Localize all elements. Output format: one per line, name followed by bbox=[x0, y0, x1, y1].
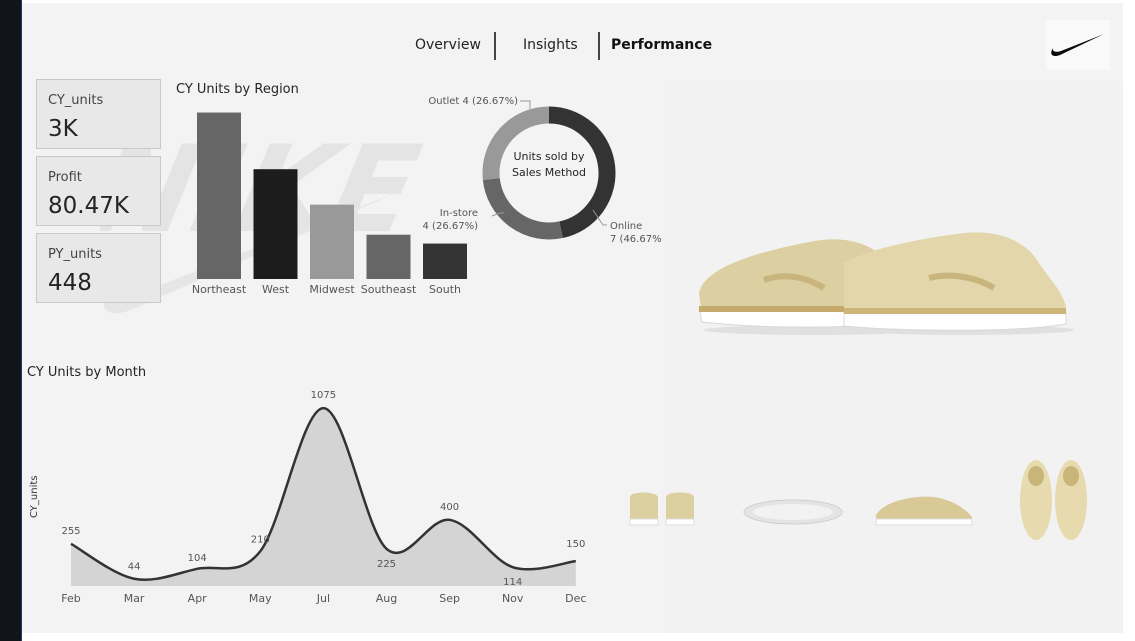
product-thumbnail-side[interactable] bbox=[874, 489, 974, 529]
kpi-value: 448 bbox=[48, 270, 92, 296]
tab-overview[interactable]: Overview bbox=[415, 37, 481, 53]
kpi-label: Profit bbox=[48, 170, 82, 185]
donut-center-label: Units sold by bbox=[513, 150, 585, 163]
donut-slice[interactable] bbox=[482, 177, 563, 240]
region-tick-label: Midwest bbox=[309, 283, 355, 296]
nike-swoosh-icon bbox=[1051, 34, 1104, 57]
kpi-card-py-units: PY_units 448 bbox=[36, 233, 161, 303]
kpi-value: 80.47K bbox=[48, 193, 129, 219]
donut-center-label: Sales Method bbox=[512, 166, 586, 179]
donut-data-label: Outlet 4 (26.67%) bbox=[428, 96, 518, 107]
month-tick-label: May bbox=[249, 592, 272, 605]
kpi-label: PY_units bbox=[48, 247, 102, 262]
kpi-card-profit: Profit 80.47K bbox=[36, 156, 161, 226]
month-data-label: 114 bbox=[503, 577, 522, 588]
sales-method-donut-chart: Units sold by Sales Method Online 7 (46.67%… bbox=[423, 96, 662, 245]
region-bar[interactable] bbox=[253, 169, 298, 279]
left-accent-bar bbox=[0, 0, 22, 641]
month-data-label: 400 bbox=[440, 502, 459, 513]
donut-data-label: 7 (46.67%) bbox=[610, 234, 662, 245]
tab-performance[interactable]: Performance bbox=[611, 37, 712, 53]
y-axis-label: CY_units bbox=[29, 476, 40, 519]
month-data-label: 255 bbox=[61, 526, 80, 537]
month-data-label: 1075 bbox=[311, 390, 336, 401]
brand-logo bbox=[1046, 20, 1110, 70]
product-thumbnail-sole[interactable] bbox=[742, 497, 844, 527]
month-tick-label: Jul bbox=[316, 592, 330, 605]
region-tick-label: Northeast bbox=[192, 283, 247, 296]
region-bar[interactable] bbox=[366, 234, 411, 279]
bar-chart-title: CY Units by Region bbox=[176, 82, 299, 97]
kpi-label: CY_units bbox=[48, 93, 104, 108]
month-tick-label: Dec bbox=[565, 592, 586, 605]
donut-data-label: In-store bbox=[440, 208, 478, 219]
region-tick-label: Southeast bbox=[361, 283, 417, 296]
month-tick-label: Aug bbox=[376, 592, 397, 605]
month-data-label: 150 bbox=[566, 539, 585, 550]
month-data-label: 210 bbox=[251, 534, 270, 545]
region-bar[interactable] bbox=[197, 112, 241, 280]
product-shoe-image bbox=[698, 232, 1074, 335]
region-tick-label: South bbox=[429, 283, 461, 296]
kpi-value: 3K bbox=[48, 116, 78, 142]
month-data-label: 225 bbox=[377, 559, 396, 570]
product-thumbnail-back[interactable] bbox=[626, 487, 698, 529]
product-thumbnail-top[interactable] bbox=[1016, 458, 1091, 543]
line-chart-title: CY Units by Month bbox=[27, 365, 147, 380]
kpi-card-cy-units: CY_units 3K bbox=[36, 79, 161, 149]
region-tick-label: West bbox=[262, 283, 290, 296]
monthly-units-area-chart: 255 Feb 44 Mar 104 Apr 210 May 1075 Jul 225 Aug 400 S… bbox=[29, 390, 586, 605]
month-tick-label: Feb bbox=[61, 592, 80, 605]
month-data-label: 44 bbox=[128, 562, 141, 573]
donut-data-label: Online bbox=[610, 221, 642, 232]
tab-insights[interactable]: Insights bbox=[523, 37, 578, 53]
month-tick-label: Nov bbox=[502, 592, 524, 605]
region-bar[interactable] bbox=[310, 204, 354, 279]
nav-divider bbox=[494, 32, 496, 60]
month-tick-label: Apr bbox=[188, 592, 208, 605]
month-tick-label: Sep bbox=[439, 592, 460, 605]
donut-leader-line bbox=[520, 100, 531, 109]
nav-divider bbox=[598, 32, 600, 60]
donut-data-label: 4 (26.67%) bbox=[423, 221, 479, 232]
month-data-label: 104 bbox=[188, 553, 207, 564]
report-canvas: Overview Insights Performance NIKE CY_un… bbox=[22, 3, 1123, 633]
month-tick-label: Mar bbox=[124, 592, 145, 605]
page-navigation: Overview Insights Performance bbox=[22, 32, 1123, 60]
product-image-panel bbox=[663, 85, 1123, 633]
